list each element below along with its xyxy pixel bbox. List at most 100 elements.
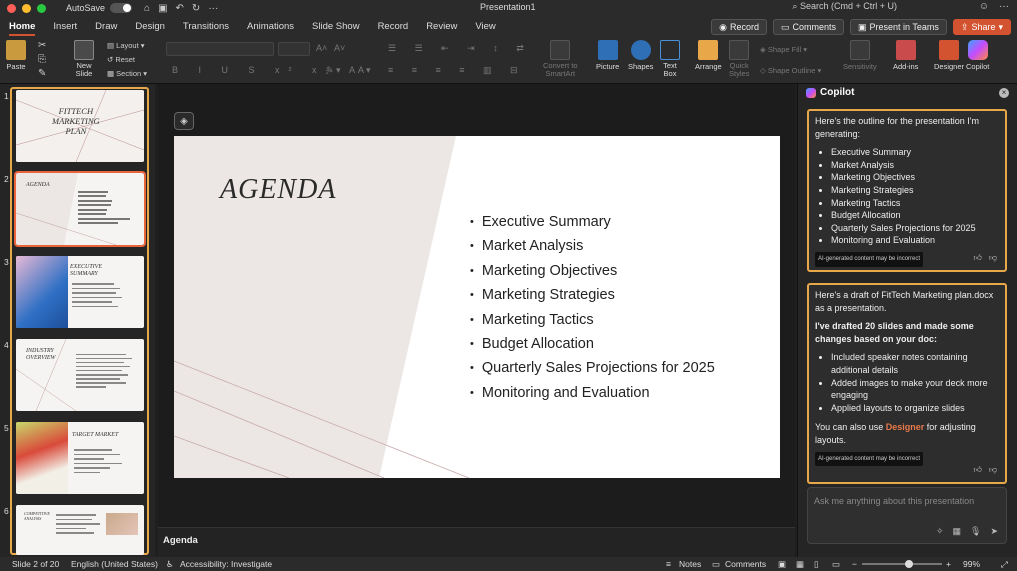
addins-button[interactable]: Add-ins (893, 40, 918, 71)
quick-styles-button[interactable]: Quick Styles (729, 40, 749, 78)
zoom-level[interactable]: 99% (963, 559, 980, 569)
notes-toggle-icon: ≡ (666, 559, 671, 569)
picture-button[interactable]: Picture (596, 40, 619, 71)
zoom-slider[interactable] (862, 563, 942, 565)
decrease-font-icon[interactable]: A˅ (334, 43, 345, 53)
draft-changes-list: Included speaker notes containing additi… (815, 351, 999, 414)
designer-prefix: You can also use (815, 422, 886, 433)
accessibility-status[interactable]: Accessibility: Investigate (180, 559, 272, 569)
text-box-button[interactable]: Text Box (660, 40, 680, 78)
shape-fill-button[interactable]: ◈ Shape Fill ▾ (760, 45, 807, 54)
normal-view-icon[interactable]: ▣ (778, 559, 786, 570)
comments-button[interactable]: ▭ Comments (772, 19, 844, 35)
close-window-button[interactable] (7, 3, 16, 13)
zoom-window-button[interactable] (37, 3, 46, 13)
agenda-list[interactable]: Executive Summary Market Analysis Market… (470, 210, 715, 405)
thumbnail-title: FITTECH MARKETING PLAN (52, 106, 100, 136)
slide-thumbnail-4[interactable]: INDUSTRY OVERVIEW (16, 339, 144, 411)
tab-insert[interactable]: Insert (44, 16, 86, 38)
highlight-icon[interactable]: ✎ ▾ (326, 65, 341, 76)
thumbs-up-icon[interactable]: 👍︎ (974, 252, 982, 265)
increase-font-icon[interactable]: A˄ (316, 43, 327, 53)
ai-disclaimer: AI-generated content may be incorrect (815, 451, 924, 467)
send-icon[interactable]: ➤ (990, 526, 998, 537)
grid-icon[interactable]: ▦ (953, 526, 962, 537)
tab-animations[interactable]: Animations (238, 16, 303, 38)
zoom-slider-thumb[interactable] (905, 560, 913, 568)
tab-record[interactable]: Record (369, 16, 418, 38)
reading-view-icon[interactable]: ▯ (814, 559, 819, 570)
font-size-select[interactable] (278, 42, 310, 56)
zoom-out-button[interactable]: − (852, 559, 857, 569)
copilot-ribbon-button[interactable]: Copilot (966, 40, 989, 71)
thumbs-down-icon[interactable]: 👎︎ (989, 252, 997, 265)
zoom-in-button[interactable]: + (946, 559, 951, 569)
prompt-actions: ✧ ▦ 🎙︎ ➤ (936, 526, 998, 537)
copy-icon[interactable]: ⎘ (38, 54, 46, 65)
notes-pane[interactable]: Agenda (158, 527, 795, 557)
shape-outline-label: Shape Outline (767, 66, 816, 75)
autosave-toggle[interactable] (110, 3, 133, 13)
fit-to-window-icon[interactable]: ⤢ (1001, 559, 1008, 570)
convert-smartart-button[interactable]: Convert to SmartArt (543, 40, 578, 78)
undo-icon[interactable]: ↶ (176, 3, 184, 14)
designer-link[interactable]: Designer (886, 422, 925, 432)
share-button[interactable]: ⇪ Share ▾ (952, 19, 1011, 35)
redo-icon[interactable]: ↻ (192, 3, 200, 14)
comments-toggle[interactable]: Comments (725, 559, 766, 569)
tab-slide-show[interactable]: Slide Show (303, 16, 369, 38)
tab-draw[interactable]: Draw (86, 16, 126, 38)
format-painter-icon[interactable]: ✎ (38, 68, 46, 79)
close-icon[interactable]: × (999, 88, 1009, 98)
shapes-button[interactable]: Shapes (628, 40, 653, 71)
more-options-icon[interactable]: ··· (999, 1, 1009, 12)
slide-editor[interactable]: AGENDA Executive Summary Market Analysis… (174, 136, 780, 478)
paste-button[interactable]: Paste (6, 40, 26, 71)
record-button[interactable]: ◉ Record (711, 19, 767, 35)
slideshow-icon[interactable]: ▭ (832, 559, 840, 570)
window-controls (7, 3, 46, 13)
slide-thumbnail-3[interactable]: EXECUTIVE SUMMARY (16, 256, 144, 328)
slide-thumbnail-6[interactable]: COMPETITIVE ANALYSIS (16, 505, 144, 555)
slide-sorter-icon[interactable]: ▦ (796, 559, 804, 570)
notes-toggle[interactable]: Notes (679, 559, 701, 569)
thumbs-down-icon[interactable]: 👎︎ (989, 464, 997, 477)
section-button[interactable]: ▦ Section ▾ (107, 69, 147, 78)
font-family-select[interactable] (166, 42, 274, 56)
sensitivity-button[interactable]: Sensitivity (843, 40, 877, 71)
sparkle-icon[interactable]: ✧ (936, 526, 944, 537)
tab-design[interactable]: Design (126, 16, 174, 38)
minimize-window-button[interactable] (22, 3, 31, 13)
tab-home[interactable]: Home (0, 16, 44, 38)
outline-item: Monitoring and Evaluation (831, 234, 999, 247)
designer-button[interactable]: Designer (934, 40, 964, 71)
microphone-icon[interactable]: 🎙︎ (970, 526, 981, 537)
slide-thumbnail-1[interactable]: FITTECH MARKETING PLAN (16, 90, 144, 162)
home-icon[interactable]: ⌂ (144, 3, 150, 14)
list-icons[interactable]: ☰ ☰ ⇤ ⇥ ↕ ⇄ (388, 43, 532, 54)
more-icon[interactable]: ··· (208, 3, 218, 14)
align-icons[interactable]: ≡ ≡ ≡ ≡ ▥ ⊟ (388, 65, 526, 76)
tab-view[interactable]: View (466, 16, 504, 38)
tab-transitions[interactable]: Transitions (174, 16, 238, 38)
slide-thumbnail-5[interactable]: TARGET MARKET (16, 422, 144, 494)
language-status[interactable]: English (United States) (71, 559, 158, 569)
reset-button[interactable]: ↺ Reset (107, 55, 135, 64)
thumbs-up-icon[interactable]: 👍︎ (974, 464, 982, 477)
present-teams-button[interactable]: ▣ Present in Teams (850, 19, 947, 35)
tab-review[interactable]: Review (417, 16, 466, 38)
account-icon[interactable]: ☺ (979, 1, 989, 12)
font-color-icon[interactable]: A ▾ (358, 65, 371, 76)
slide-title[interactable]: AGENDA (220, 174, 336, 206)
shape-outline-button[interactable]: ◇ Shape Outline ▾ (760, 66, 821, 75)
slide-thumbnail-2[interactable]: AGENDA (14, 171, 146, 247)
copilot-prompt-input[interactable]: Ask me anything about this presentation … (807, 487, 1007, 544)
reset-label: Reset (115, 55, 135, 64)
new-slide-button[interactable]: New Slide (74, 40, 94, 78)
slide-copilot-button[interactable]: ◈ (174, 112, 194, 130)
save-icon[interactable]: ▣ (158, 3, 167, 14)
search-box[interactable]: ⌕ Search (Cmd + Ctrl + U) (792, 1, 897, 12)
layout-button[interactable]: ▤ Layout ▾ (107, 41, 145, 50)
arrange-button[interactable]: Arrange (695, 40, 722, 71)
cut-icon[interactable]: ✂ (38, 40, 46, 51)
